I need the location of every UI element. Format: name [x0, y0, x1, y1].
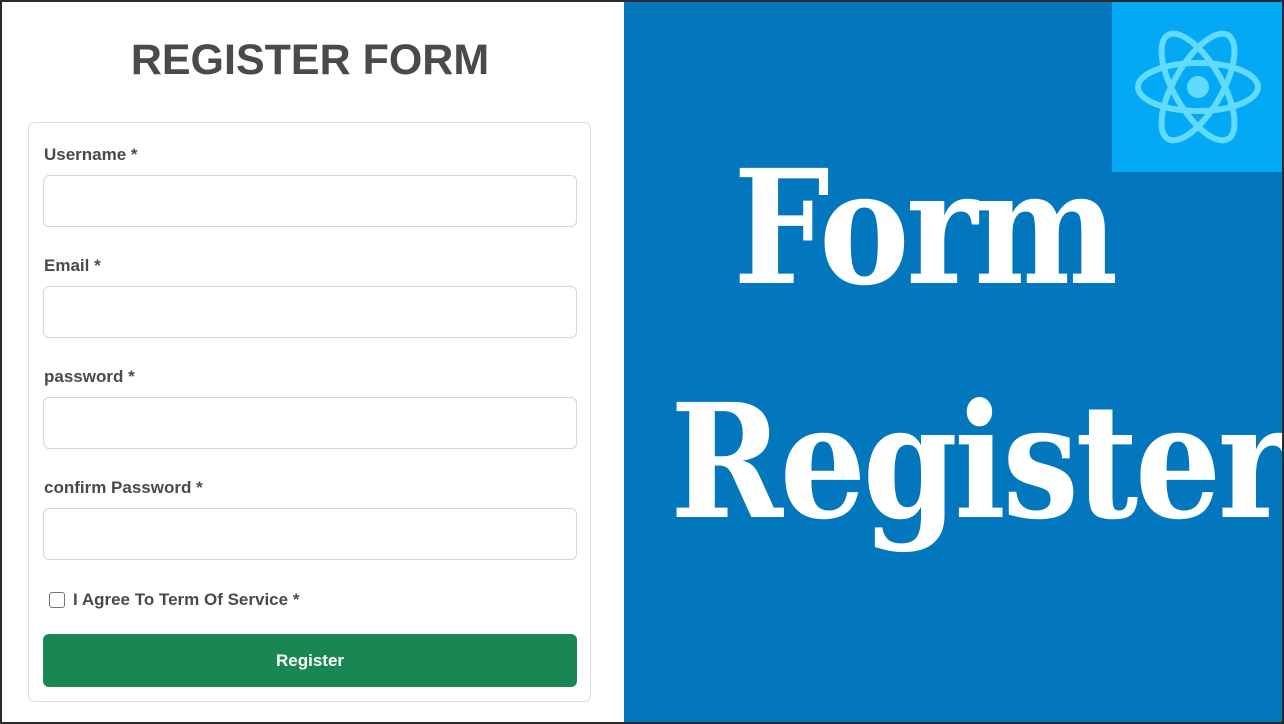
password-input[interactable]	[43, 397, 577, 449]
email-label: Email *	[44, 256, 101, 275]
password-label: password *	[44, 367, 135, 386]
register-form-panel: REGISTER FORM Username * Email * passwor…	[2, 2, 624, 722]
banner-title-line-1: Form	[733, 136, 1118, 321]
terms-checkbox[interactable]	[49, 592, 65, 608]
username-label: Username *	[44, 145, 138, 164]
username-input[interactable]	[43, 175, 577, 227]
page-title: REGISTER FORM	[130, 36, 490, 84]
confirm-password-input[interactable]	[43, 508, 577, 560]
register-button[interactable]: Register	[43, 634, 577, 687]
thumbnail-frame: REGISTER FORM Username * Email * passwor…	[0, 0, 1284, 724]
react-logo-icon	[1135, 30, 1261, 144]
terms-label: I Agree To Term Of Service *	[73, 590, 300, 609]
email-input[interactable]	[43, 286, 577, 338]
form-card: Username * Email * password * confirm Pa…	[28, 122, 591, 702]
banner-title-line-2: Register	[670, 370, 1284, 555]
terms-row: I Agree To Term Of Service *	[49, 589, 299, 611]
banner-panel: Form Register	[624, 2, 1284, 722]
confirm-password-label: confirm Password *	[44, 478, 203, 497]
react-logo-box	[1112, 2, 1282, 172]
